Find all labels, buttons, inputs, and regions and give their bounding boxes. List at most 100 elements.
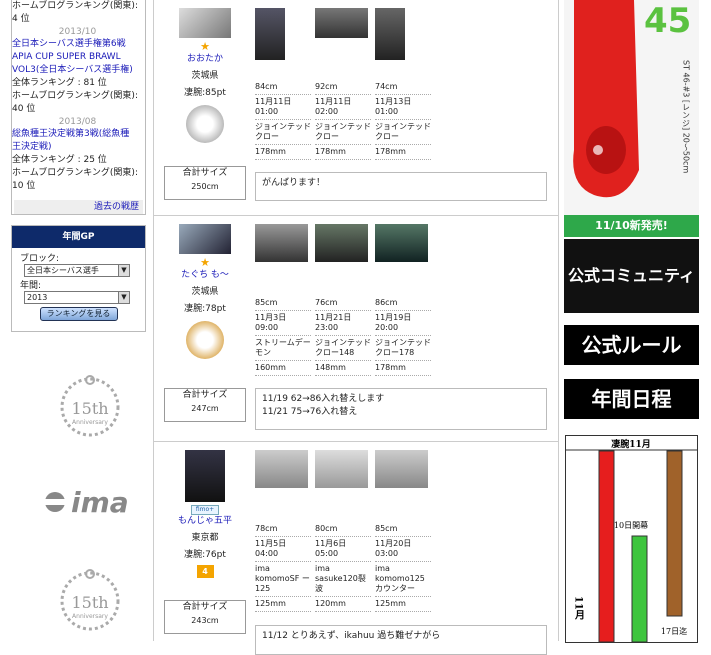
schedule-banner[interactable]: 年間日程 [564,379,699,419]
year-select[interactable]: 2013 ▼ [24,291,130,304]
history-rank-text: ホームブログランキング(関東): [12,168,138,178]
anniversary-logo: 15th Anniversary [60,375,120,437]
catch-date: 11月6日 [315,539,347,548]
ima-logo-text: ima [71,486,129,519]
calendar-month: 11月 [573,596,586,621]
catch-date: 11月20日 [375,539,412,548]
catch-photo[interactable] [315,8,368,38]
catch-lure: ジョインテッドクロー [255,120,311,145]
catch-lure: ジョインテッドクロー [315,120,371,145]
rank-badge-wrap: 4 [154,565,256,578]
catch-photo[interactable] [315,450,368,488]
catch-datetime: 11月20日 03:00 [375,537,431,562]
catch-lure-length: 125mm [375,597,431,612]
catch-time: 05:00 [315,549,339,558]
view-ranking-button[interactable]: ランキングを見る [39,307,118,321]
catch-size: 84cm [255,80,311,95]
annual-gp-box: 年間GP ブロック: 全日本シーバス選手 ▼ 年間: 2013 ▼ ランキングを… [11,225,146,332]
star-icon: ★ [200,256,210,269]
history-event-link[interactable]: VOL3(全日本シーバス選手権) [12,64,143,77]
history-rank-text: ホームブログランキング(関東): [12,91,138,101]
left-sidebar: ホームブログランキング(関東): 4 位 2013/10 全日本シーバス選手権第6戦 A… [11,0,146,631]
catch-lure: ima komomoSF ー125 [255,562,311,597]
angler-name[interactable]: たぐち も～ [181,270,229,280]
history-rank-text: 全体ランキング : 81 位 [12,78,107,88]
catch-detail: 86cm 11月19日 20:00 ジョインテッドクロー178 178mm [375,296,431,376]
catch-time: 03:00 [375,549,399,558]
product-number: 45 [644,1,691,41]
catch-lure-length: 125mm [255,597,311,612]
catch-lure-length: 178mm [375,145,431,160]
rank-badge: 4 [196,565,214,578]
comment-line: 11/19 62→86入れ替えします [262,394,385,404]
catch-lure: ストリームデーモン [255,336,311,361]
history-event-link[interactable]: 総魚種王決定戦第3戦(総魚種 [12,128,143,141]
history-event-link[interactable]: 王決定戦) [12,141,143,154]
catch-photo[interactable] [375,8,405,60]
new-release-banner[interactable]: 11/10新発売! [564,215,699,237]
history-event-link[interactable]: 全日本シーバス選手権第6戦 [12,38,143,51]
catch-photo[interactable] [255,8,285,60]
avatar[interactable] [179,8,231,38]
angler-prefecture: 茨城県 [191,287,219,297]
angler-comment: 11/12 とりあえず、ikahuu 過ち難ゼナがら [255,625,547,655]
ranking-entry: ★ おおたか 茨城県 凄腕:85pt 合計サイズ 250cm 84cm 11月1… [154,0,558,216]
catch-detail: 80cm 11月6日 05:00 ima sasuke120裂波 120mm [315,522,371,612]
angler-comment: がんばります！ [255,172,547,201]
ranking-entry: ★ たぐち も～ 茨城県 凄腕:78pt 合計サイズ 247cm 85cm 11… [154,216,558,442]
year-select-value: 2013 [27,293,48,302]
catch-datetime: 11月11日 02:00 [315,95,371,120]
catch-photo[interactable] [375,224,428,262]
block-select-value: 全日本シーバス選手 [27,266,99,275]
catch-size: 86cm [375,296,431,311]
catch-datetime: 11月13日 01:00 [375,95,431,120]
catch-photo[interactable] [375,450,428,488]
catch-detail: 85cm 11月20日 03:00 ima komomo125カウンター 125m… [375,522,431,612]
product-ad[interactable]: 45 ST 46-#3 [レンジ] 20〜50cm [564,0,699,215]
catch-photo[interactable] [255,450,308,488]
catch-time: 23:00 [315,323,339,332]
catch-date: 11月3日 [255,313,287,322]
rules-banner[interactable]: 公式ルール [564,325,699,365]
total-size-box: 合計サイズ 247cm [164,388,246,422]
past-results-link[interactable]: 過去の戦歴 [94,202,139,212]
tournament-history: ホームブログランキング(関東): 4 位 2013/10 全日本シーバス選手権第6戦 A… [11,0,146,215]
catch-size: 85cm [375,522,431,537]
catch-datetime: 11月3日 09:00 [255,311,311,336]
history-date: 2013/10 [58,27,97,37]
angler-prefecture: 茨城県 [191,71,219,81]
catch-photo[interactable] [315,224,368,262]
community-banner[interactable]: 公式コミュニティ [564,239,699,313]
history-event-link[interactable]: APIA CUP SUPER BRAWL [12,51,143,64]
fimo-badge[interactable]: fimo+ [190,505,220,515]
catch-time: 20:00 [375,323,399,332]
catch-detail: 85cm 11月3日 09:00 ストリームデーモン 160mm [255,296,311,376]
star-icon: ★ [200,40,210,53]
catch-photo[interactable] [255,224,308,262]
avatar[interactable] [179,224,231,254]
fimo-badge-wrap: fimo+ [154,504,256,515]
schedule-calendar[interactable]: 凄腕11月 10日開幕 17日迄 11月 [565,435,698,643]
catch-time: 01:00 [375,107,399,116]
total-size-box: 合計サイズ 250cm [164,166,246,200]
catch-time: 04:00 [255,549,279,558]
chevron-down-icon: ▼ [118,265,129,276]
angler-name[interactable]: おおたか [187,54,223,64]
avatar[interactable] [185,450,225,502]
catch-detail: 76cm 11月21日 23:00 ジョインテッドクロー148 148mm [315,296,371,376]
history-rank-text: 4 位 [12,14,30,24]
history-rank-text: 10 位 [12,181,36,191]
anniversary-text: 15th [71,593,108,612]
block-select[interactable]: 全日本シーバス選手 ▼ [24,264,130,277]
history-rank-text: 全体ランキング : 25 位 [12,155,107,165]
catch-time: 01:00 [255,107,279,116]
angler-name[interactable]: もんじゃ五平 [178,516,232,526]
angler-profile: fimo+ もんじゃ五平 東京都 凄腕:76pt 4 [154,448,256,578]
angler-points: 凄腕:76pt [184,550,226,560]
angler-prefecture: 東京都 [191,533,219,543]
ima-logo[interactable]: ima [43,482,143,522]
catch-lure-length: 148mm [315,361,371,376]
catch-lure-length: 178mm [255,145,311,160]
catch-date: 11月5日 [255,539,287,548]
catch-date: 11月11日 [315,97,352,106]
